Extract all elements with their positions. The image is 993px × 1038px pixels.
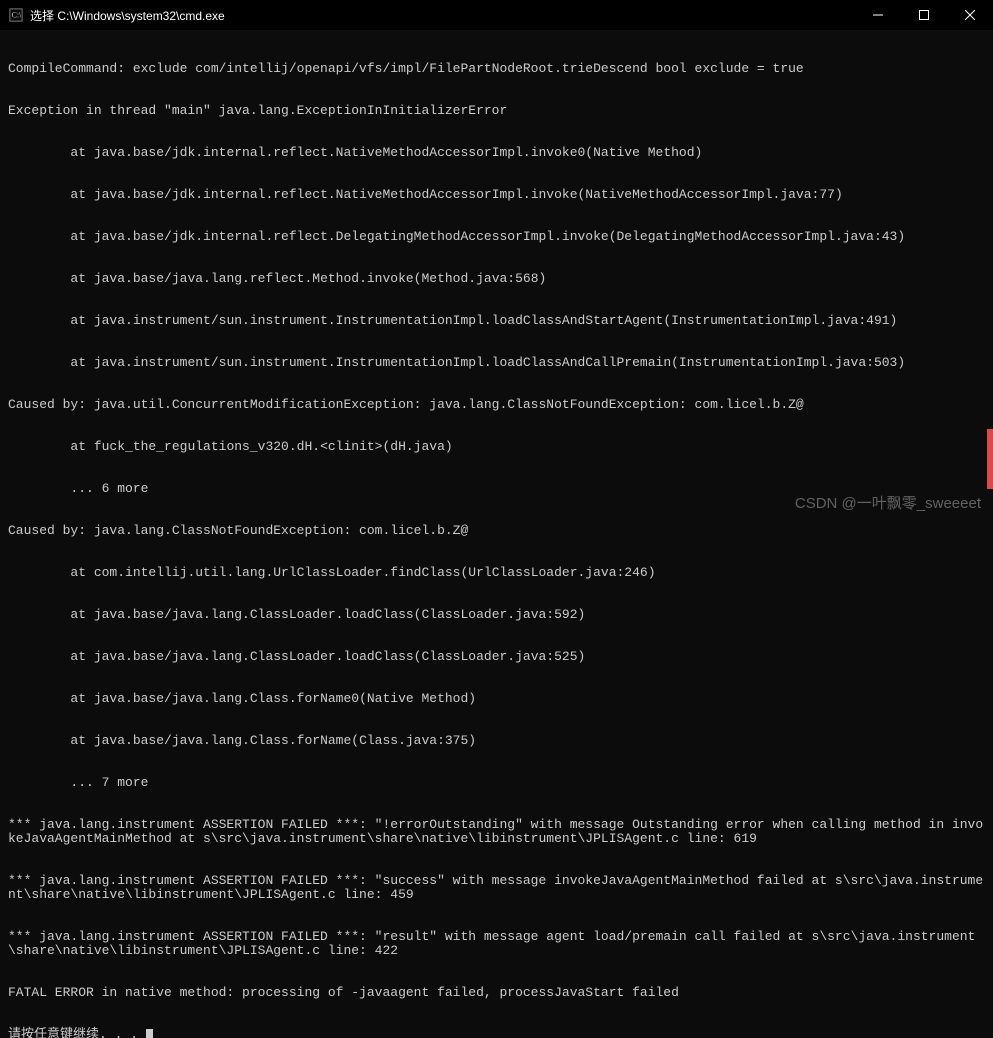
cmd-icon: C:\: [8, 7, 24, 23]
output-line: *** java.lang.instrument ASSERTION FAILE…: [8, 930, 985, 958]
side-marker: [987, 429, 993, 489]
maximize-button[interactable]: [901, 0, 947, 30]
output-line: Caused by: java.util.ConcurrentModificat…: [8, 398, 985, 412]
cursor: [146, 1029, 153, 1038]
output-line: at java.base/java.lang.ClassLoader.loadC…: [8, 650, 985, 664]
output-line: at java.base/jdk.internal.reflect.Delega…: [8, 230, 985, 244]
output-line: at java.instrument/sun.instrument.Instru…: [8, 356, 985, 370]
output-line: at java.base/java.lang.ClassLoader.loadC…: [8, 608, 985, 622]
output-line: at java.base/java.lang.Class.forName0(Na…: [8, 692, 985, 706]
output-line: *** java.lang.instrument ASSERTION FAILE…: [8, 874, 985, 902]
terminal-output[interactable]: CompileCommand: exclude com/intellij/ope…: [0, 30, 993, 1038]
output-line: at java.base/java.lang.Class.forName(Cla…: [8, 734, 985, 748]
output-line: at java.base/jdk.internal.reflect.Native…: [8, 188, 985, 202]
output-line: ... 7 more: [8, 776, 985, 790]
output-line: at java.base/jdk.internal.reflect.Native…: [8, 146, 985, 160]
output-line: Exception in thread "main" java.lang.Exc…: [8, 104, 985, 118]
output-line: at java.base/java.lang.reflect.Method.in…: [8, 272, 985, 286]
output-line: FATAL ERROR in native method: processing…: [8, 986, 985, 1000]
minimize-button[interactable]: [855, 0, 901, 30]
output-line: Caused by: java.lang.ClassNotFoundExcept…: [8, 524, 985, 538]
output-line: at fuck_the_regulations_v320.dH.<clinit>…: [8, 440, 985, 454]
output-line: CompileCommand: exclude com/intellij/ope…: [8, 62, 985, 76]
window-controls: [855, 0, 993, 30]
close-button[interactable]: [947, 0, 993, 30]
output-line: at com.intellij.util.lang.UrlClassLoader…: [8, 566, 985, 580]
output-line: at java.instrument/sun.instrument.Instru…: [8, 314, 985, 328]
window-title: 选择 C:\Windows\system32\cmd.exe: [30, 7, 855, 24]
output-line: *** java.lang.instrument ASSERTION FAILE…: [8, 818, 985, 846]
prompt-text: 请按任意键继续. . .: [8, 1028, 146, 1038]
window-titlebar: C:\ 选择 C:\Windows\system32\cmd.exe: [0, 0, 993, 30]
output-line: ... 6 more: [8, 482, 985, 496]
svg-text:C:\: C:\: [12, 11, 22, 20]
